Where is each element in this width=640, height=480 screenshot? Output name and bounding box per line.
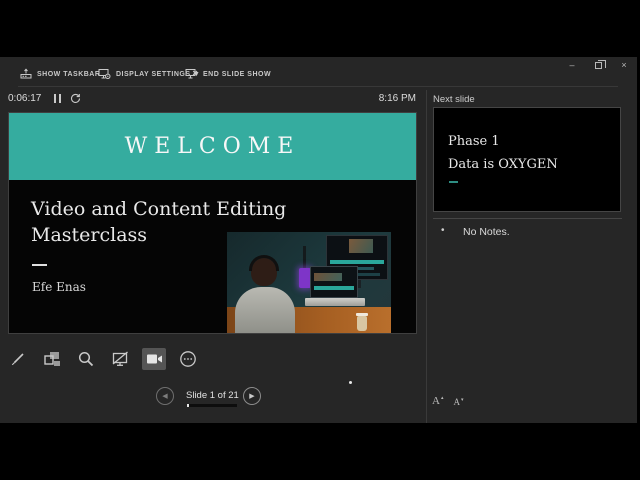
end-slide-show-button[interactable]: END SLIDE SHOW	[185, 65, 271, 83]
notes-text: No Notes.	[463, 226, 510, 238]
zoom-slide-button[interactable]	[74, 348, 98, 370]
ellipsis-icon	[180, 351, 196, 367]
restart-icon	[70, 93, 81, 103]
slide-banner: WELCOME	[9, 113, 416, 180]
next-arrow-icon: ▶	[249, 393, 255, 400]
slide-progress-bar	[187, 404, 237, 407]
camera-cameo-button[interactable]	[142, 348, 166, 370]
notes-separator	[433, 218, 622, 219]
black-screen-icon	[112, 351, 128, 366]
next-slide-button[interactable]: ▶	[243, 387, 261, 405]
magnifier-icon	[78, 351, 94, 367]
restart-timer-button[interactable]	[70, 93, 81, 104]
camera-icon	[146, 354, 162, 364]
toolbar-separator	[18, 86, 618, 87]
increase-text-size-button[interactable]: A ▴	[432, 395, 443, 407]
notes-font-controls: A ▴ A ▾	[432, 395, 463, 407]
show-taskbar-button[interactable]: SHOW TASKBAR	[20, 65, 100, 83]
increase-arrow-icon: ▴	[440, 395, 444, 401]
slide-photo-video-editor	[227, 232, 391, 333]
presenter-view-window: – × SHOW TASKBAR DISPLAY SETTINGS ▼ END …	[0, 57, 637, 423]
previous-slide-button[interactable]: ◀	[156, 387, 174, 405]
decrease-arrow-icon: ▾	[460, 397, 464, 403]
black-screen-button[interactable]	[108, 348, 132, 370]
end-slide-show-label: END SLIDE SHOW	[203, 70, 272, 78]
end-slideshow-icon	[185, 69, 198, 79]
slide-grid-icon	[43, 352, 60, 366]
more-options-button[interactable]	[176, 348, 200, 370]
pause-timer-button[interactable]	[54, 94, 64, 104]
note-bullet: •	[441, 225, 445, 236]
see-all-slides-button[interactable]	[40, 348, 64, 370]
next-slide-dash	[449, 181, 458, 183]
show-taskbar-label: SHOW TASKBAR	[37, 70, 101, 78]
slide-title-dash	[32, 264, 47, 266]
pen-icon	[11, 353, 24, 366]
taskbar-icon	[20, 68, 32, 79]
pen-tool-button[interactable]	[6, 348, 30, 370]
previous-arrow-icon: ◀	[162, 393, 168, 400]
next-slide-preview[interactable]: Phase 1 Data is OXYGEN	[433, 107, 621, 212]
presenter-view-screen: – × SHOW TASKBAR DISPLAY SETTINGS ▼ END …	[0, 0, 640, 480]
top-toolbar: SHOW TASKBAR DISPLAY SETTINGS ▼ END SLID…	[0, 65, 637, 83]
display-settings-icon	[98, 69, 111, 80]
slide-author: Efe Enas	[32, 280, 86, 294]
mouse-cursor	[349, 381, 352, 384]
annotation-toolbar	[6, 346, 200, 372]
slide-body: Video and Content Editing Masterclass Efe…	[9, 180, 416, 333]
slide-counter: Slide 1 of 21	[186, 390, 239, 401]
clock: 8:16 PM	[378, 93, 416, 104]
slide-progress-fill	[187, 404, 189, 407]
next-slide-line1: Phase 1	[448, 134, 500, 149]
current-slide[interactable]: WELCOME Video and Content Editing Masterc…	[8, 112, 417, 334]
presentation-timer: 0:06:17	[8, 93, 42, 104]
slide-banner-title: WELCOME	[124, 134, 301, 159]
pause-icon	[59, 94, 61, 103]
next-slide-line2: Data is OXYGEN	[448, 157, 558, 172]
pause-icon	[54, 94, 56, 103]
decrease-text-size-button[interactable]: A ▾	[453, 397, 463, 407]
next-slide-label: Next slide	[433, 94, 475, 105]
panel-divider	[426, 90, 427, 423]
